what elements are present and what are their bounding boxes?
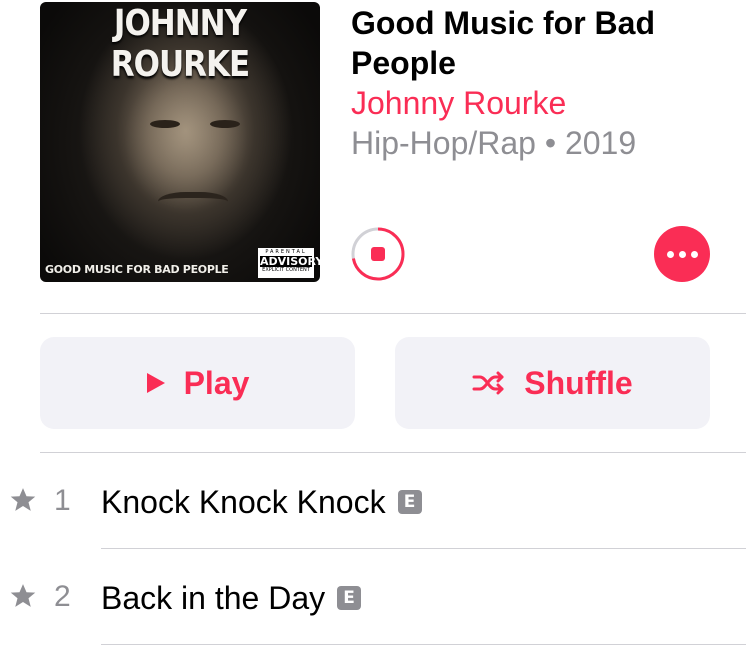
album-artwork[interactable]: JOHNNY ROURKE GOOD MUSIC FOR BAD PEOPLE … bbox=[40, 2, 320, 282]
header-divider bbox=[40, 313, 746, 314]
track-title: Back in the Day bbox=[101, 580, 326, 616]
ellipsis-icon bbox=[678, 250, 686, 258]
star-icon bbox=[10, 488, 36, 511]
play-button[interactable]: Play bbox=[40, 337, 355, 429]
artwork-artist-text: JOHNNY ROURKE bbox=[110, 2, 250, 86]
track-divider bbox=[101, 644, 746, 645]
track-number: 1 bbox=[54, 484, 71, 517]
artwork-detail bbox=[150, 120, 180, 128]
advisory-line: ADVISORY bbox=[260, 255, 320, 268]
parental-advisory-label: PARENTAL ADVISORY EXPLICIT CONTENT bbox=[258, 248, 320, 278]
play-label: Play bbox=[183, 364, 250, 401]
track-number: 2 bbox=[54, 580, 71, 613]
star-icon bbox=[10, 584, 36, 607]
shuffle-label: Shuffle bbox=[524, 364, 633, 401]
download-progress-icon bbox=[351, 227, 405, 281]
play-icon bbox=[146, 373, 165, 393]
explicit-badge: E bbox=[337, 586, 362, 610]
artwork-subtitle-text: GOOD MUSIC FOR BAD PEOPLE bbox=[45, 263, 229, 276]
shuffle-button[interactable]: Shuffle bbox=[395, 337, 710, 429]
genre-year: Hip-Hop/Rap • 2019 bbox=[351, 125, 637, 161]
explicit-badge: E bbox=[397, 490, 422, 514]
download-stop-button[interactable] bbox=[350, 226, 406, 282]
album-title: Good Music for Bad People bbox=[351, 5, 655, 81]
artist-link[interactable]: Johnny Rourke bbox=[351, 83, 566, 123]
stop-icon bbox=[371, 247, 385, 261]
artwork-detail bbox=[210, 120, 240, 128]
track-row[interactable]: 1 Knock Knock Knock E bbox=[0, 453, 746, 549]
ellipsis-icon bbox=[666, 250, 674, 258]
more-options-button[interactable] bbox=[654, 226, 710, 282]
track-title: Knock Knock Knock bbox=[101, 484, 386, 520]
artwork-detail bbox=[158, 192, 228, 216]
shuffle-icon bbox=[472, 371, 504, 395]
track-row[interactable]: 2 Back in the Day E bbox=[0, 549, 746, 645]
advisory-line: EXPLICIT CONTENT bbox=[262, 267, 310, 273]
ellipsis-icon bbox=[690, 250, 698, 258]
